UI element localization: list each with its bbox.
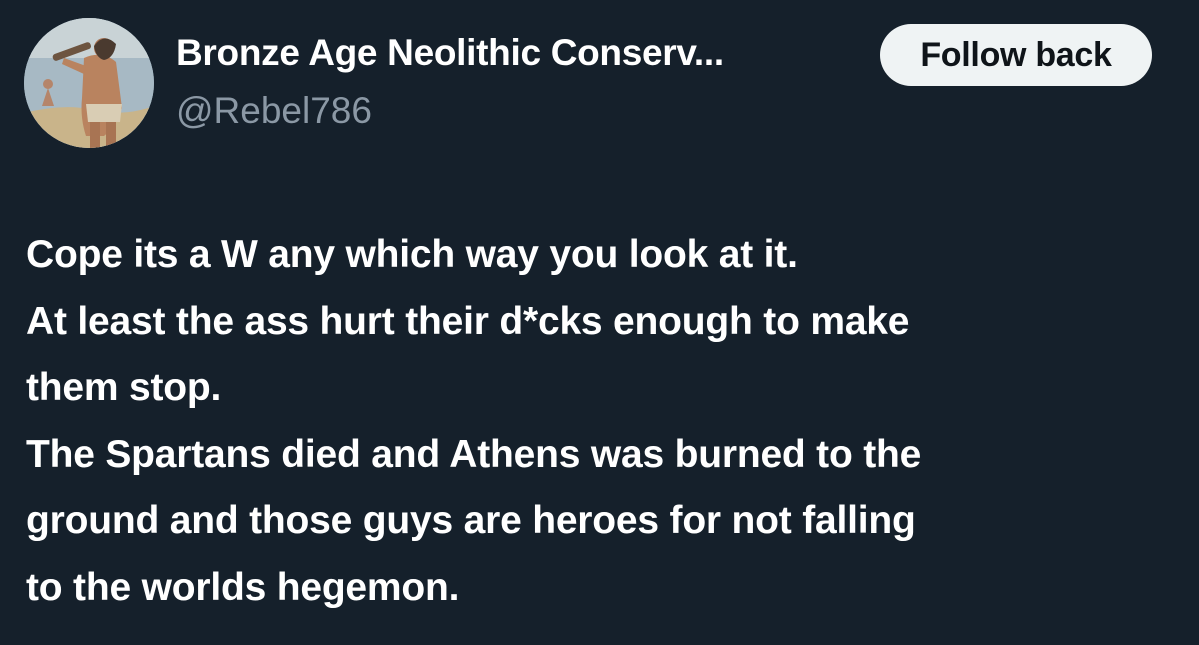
author-display-name[interactable]: Bronze Age Neolithic Conserv... [176, 32, 724, 74]
tweet-card: Bronze Age Neolithic Conserv... @Rebel78… [0, 0, 1199, 645]
tweet-text-line: At least the ass hurt their d*cks enough… [26, 299, 910, 343]
tweet-text-line: to the worlds hegemon. [26, 565, 460, 609]
tweet-text: Cope its a W any which way you look at i… [26, 222, 1176, 621]
follow-back-button[interactable]: Follow back [880, 24, 1152, 86]
avatar[interactable] [24, 18, 154, 148]
tweet-text-line: The Spartans died and Athens was burned … [26, 432, 922, 476]
tweet-text-line: Cope its a W any which way you look at i… [26, 233, 798, 276]
author-handle[interactable]: @Rebel786 [176, 90, 372, 132]
tweet-text-line: them stop. [26, 366, 222, 409]
tweet-text-line: ground and those guys are heroes for not… [26, 499, 916, 542]
avatar-image-icon [24, 18, 154, 148]
